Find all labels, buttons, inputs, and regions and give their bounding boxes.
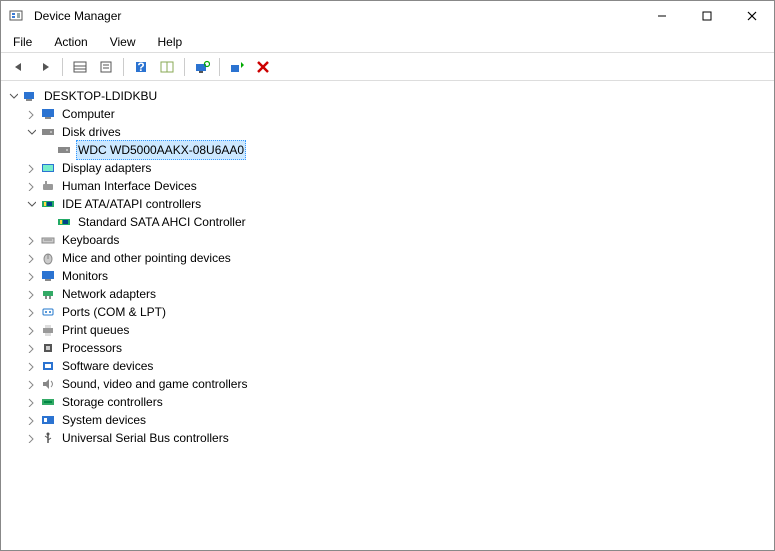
- monitor-icon: [40, 106, 56, 122]
- tree-root[interactable]: DESKTOP-LDIDKBU: [3, 87, 772, 105]
- minimize-button[interactable]: [639, 1, 684, 31]
- expand-icon[interactable]: [25, 162, 37, 174]
- ide-controller-icon: [40, 196, 56, 212]
- expand-icon[interactable]: [25, 378, 37, 390]
- collapse-icon[interactable]: [25, 126, 37, 138]
- expand-icon[interactable]: [25, 324, 37, 336]
- network-adapter-icon: [40, 286, 56, 302]
- computer-root-icon: [22, 88, 38, 104]
- scan-hardware-button[interactable]: [190, 56, 214, 78]
- add-legacy-hardware-button[interactable]: [225, 56, 249, 78]
- mouse-icon: [40, 250, 56, 266]
- category-sound[interactable]: Sound, video and game controllers: [3, 375, 772, 393]
- menu-help[interactable]: Help: [154, 33, 187, 51]
- device-sata-ahci[interactable]: Standard SATA AHCI Controller: [3, 213, 772, 231]
- root-label: DESKTOP-LDIDKBU: [42, 87, 159, 105]
- category-keyboards[interactable]: Keyboards: [3, 231, 772, 249]
- category-print-queues[interactable]: Print queues: [3, 321, 772, 339]
- expand-icon[interactable]: [25, 288, 37, 300]
- category-monitors[interactable]: Monitors: [3, 267, 772, 285]
- device-tree[interactable]: DESKTOP-LDIDKBU Computer Disk drives WDC…: [1, 81, 774, 550]
- expand-icon[interactable]: [25, 234, 37, 246]
- port-icon: [40, 304, 56, 320]
- printer-icon: [40, 322, 56, 338]
- sound-icon: [40, 376, 56, 392]
- category-software-devices[interactable]: Software devices: [3, 357, 772, 375]
- expand-icon[interactable]: [25, 180, 37, 192]
- expand-icon[interactable]: [25, 396, 37, 408]
- category-processors[interactable]: Processors: [3, 339, 772, 357]
- display-adapter-icon: [40, 160, 56, 176]
- processor-icon: [40, 340, 56, 356]
- menu-file[interactable]: File: [9, 33, 36, 51]
- action-pane-button[interactable]: [155, 56, 179, 78]
- app-icon: [8, 8, 24, 24]
- properties-button[interactable]: [94, 56, 118, 78]
- forward-button[interactable]: [33, 56, 57, 78]
- window-title: Device Manager: [34, 9, 121, 23]
- category-disk-drives[interactable]: Disk drives: [3, 123, 772, 141]
- show-hide-console-tree-button[interactable]: [68, 56, 92, 78]
- expand-icon[interactable]: [25, 414, 37, 426]
- toolbar: ?: [1, 53, 774, 81]
- category-hid[interactable]: Human Interface Devices: [3, 177, 772, 195]
- menu-action[interactable]: Action: [50, 33, 91, 51]
- expand-icon[interactable]: [25, 270, 37, 282]
- monitor-icon: [40, 268, 56, 284]
- titlebar: Device Manager: [1, 1, 774, 31]
- storage-controller-icon: [40, 394, 56, 410]
- hid-icon: [40, 178, 56, 194]
- collapse-icon[interactable]: [25, 198, 37, 210]
- help-button[interactable]: ?: [129, 56, 153, 78]
- expand-icon[interactable]: [25, 108, 37, 120]
- svg-text:?: ?: [137, 60, 144, 74]
- system-device-icon: [40, 412, 56, 428]
- device-wdc[interactable]: WDC WD5000AAKX-08U6AA0: [3, 141, 772, 159]
- menu-view[interactable]: View: [106, 33, 140, 51]
- category-display-adapters[interactable]: Display adapters: [3, 159, 772, 177]
- category-mice[interactable]: Mice and other pointing devices: [3, 249, 772, 267]
- expand-icon[interactable]: [25, 432, 37, 444]
- category-usb[interactable]: Universal Serial Bus controllers: [3, 429, 772, 447]
- expand-icon[interactable]: [25, 306, 37, 318]
- usb-icon: [40, 430, 56, 446]
- category-ports[interactable]: Ports (COM & LPT): [3, 303, 772, 321]
- category-computer[interactable]: Computer: [3, 105, 772, 123]
- uninstall-device-button[interactable]: [251, 56, 275, 78]
- selected-device-label: WDC WD5000AAKX-08U6AA0: [76, 140, 246, 160]
- expand-icon[interactable]: [25, 342, 37, 354]
- expand-icon[interactable]: [25, 252, 37, 264]
- category-storage-controllers[interactable]: Storage controllers: [3, 393, 772, 411]
- disk-drive-icon: [56, 142, 72, 158]
- category-system-devices[interactable]: System devices: [3, 411, 772, 429]
- menubar: File Action View Help: [1, 31, 774, 53]
- software-device-icon: [40, 358, 56, 374]
- disk-drive-icon: [40, 124, 56, 140]
- keyboard-icon: [40, 232, 56, 248]
- category-network[interactable]: Network adapters: [3, 285, 772, 303]
- ide-controller-icon: [56, 214, 72, 230]
- category-ide[interactable]: IDE ATA/ATAPI controllers: [3, 195, 772, 213]
- expand-icon[interactable]: [25, 360, 37, 372]
- collapse-icon[interactable]: [7, 90, 19, 102]
- back-button[interactable]: [7, 56, 31, 78]
- close-button[interactable]: [729, 1, 774, 31]
- maximize-button[interactable]: [684, 1, 729, 31]
